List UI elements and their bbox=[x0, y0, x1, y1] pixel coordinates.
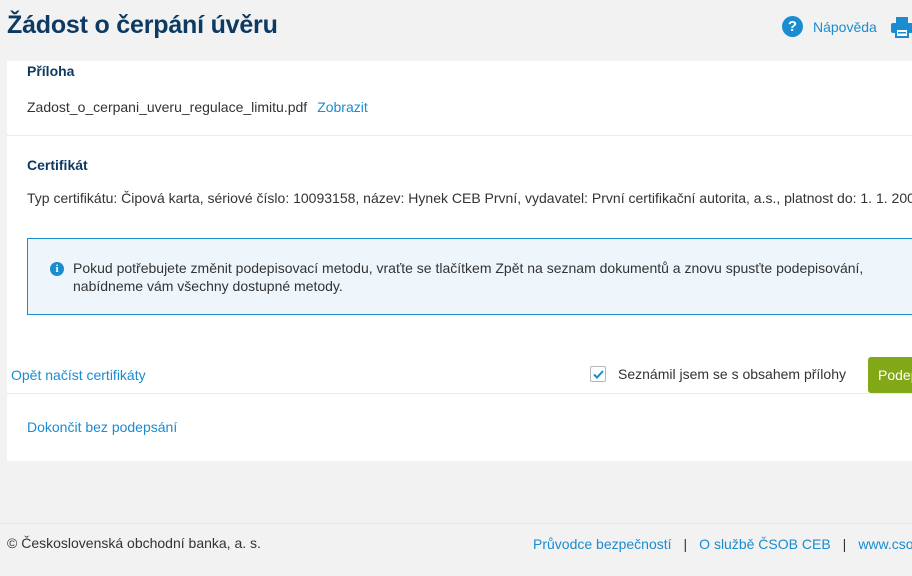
attachment-title: Příloha bbox=[27, 63, 75, 79]
certificate-details: Typ certifikátu: Čipová karta, sériové č… bbox=[27, 190, 912, 206]
help-label: Nápověda bbox=[813, 18, 877, 35]
finish-without-signing-link[interactable]: Dokončit bez podepsání bbox=[27, 419, 177, 435]
reload-certificates-link[interactable]: Opět načíst certifikáty bbox=[11, 367, 146, 383]
section-divider bbox=[7, 135, 912, 136]
document-panel: Příloha Zadost_o_cerpani_uveru_regulace_… bbox=[7, 61, 912, 461]
checkmark-icon bbox=[592, 369, 604, 379]
confirm-attachment-checkbox-row[interactable]: Seznámil jsem se s obsahem přílohy bbox=[590, 366, 846, 382]
security-guide-link[interactable]: Průvodce bezpečností bbox=[533, 536, 672, 552]
info-icon: i bbox=[50, 262, 64, 276]
help-link[interactable]: ? Nápověda bbox=[782, 16, 877, 37]
actions-divider bbox=[7, 393, 912, 394]
copyright: © Československá obchodní banka, a. s. bbox=[7, 535, 261, 551]
footer-divider bbox=[0, 523, 912, 524]
footer-separator: | bbox=[683, 536, 688, 552]
sign-button[interactable]: Podep bbox=[868, 357, 912, 393]
info-message: i Pokud potřebujete změnit podepisovací … bbox=[27, 238, 912, 315]
view-attachment-link[interactable]: Zobrazit bbox=[317, 99, 368, 115]
info-text: Pokud potřebujete změnit podepisovací me… bbox=[73, 260, 864, 294]
footer-separator: | bbox=[842, 536, 847, 552]
help-icon: ? bbox=[782, 16, 803, 37]
printer-icon[interactable] bbox=[890, 15, 912, 39]
certificate-title: Certifikát bbox=[27, 157, 88, 173]
page-title: Žádost o čerpání úvěru bbox=[7, 11, 278, 39]
about-service-link[interactable]: O službě ČSOB CEB bbox=[699, 536, 831, 552]
attachment-file-name: Zadost_o_cerpani_uveru_regulace_limitu.p… bbox=[27, 99, 308, 115]
footer-links: Průvodce bezpečností | O službě ČSOB CEB… bbox=[533, 536, 912, 552]
attachment-row: Zadost_o_cerpani_uveru_regulace_limitu.p… bbox=[27, 99, 368, 115]
confirm-checkbox[interactable] bbox=[590, 366, 606, 382]
website-link[interactable]: www.csob bbox=[858, 536, 912, 552]
confirm-label: Seznámil jsem se s obsahem přílohy bbox=[618, 366, 846, 382]
